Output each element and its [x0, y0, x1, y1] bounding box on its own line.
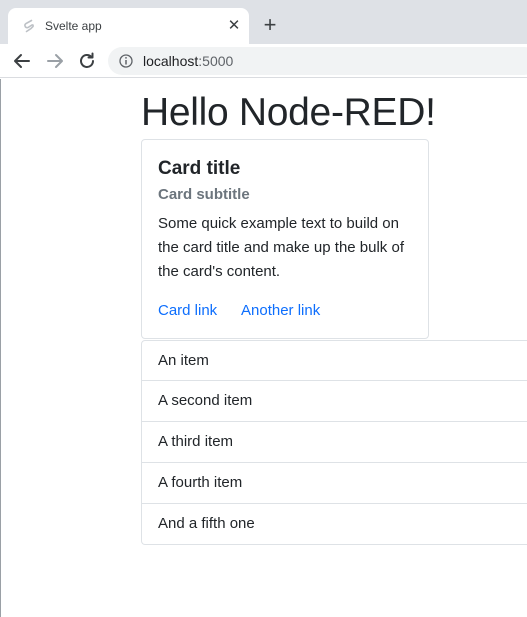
close-icon[interactable]: ✕ [225, 17, 243, 35]
browser-toolbar: localhost:5000 [0, 44, 527, 78]
list-item-label: A second item [158, 392, 253, 409]
list-group: An item A second item A third item A fou… [141, 340, 527, 545]
list-item: A third item [141, 422, 527, 463]
card-subtitle: Card subtitle [158, 186, 250, 203]
card-text: Some quick example text to build on the … [158, 215, 404, 280]
list-item-label: And a fifth one [158, 515, 255, 532]
page-viewport: Hello Node-RED! Card title Card subtitle… [0, 79, 527, 617]
address-bar[interactable]: localhost:5000 [108, 47, 527, 75]
info-icon[interactable] [119, 54, 133, 68]
back-arrow-icon[interactable] [10, 49, 34, 73]
card-title: Card title [158, 158, 241, 179]
plus-icon[interactable]: + [260, 14, 280, 36]
list-item: And a fifth one [141, 504, 527, 545]
list-item: An item [141, 340, 527, 381]
list-item-label: A third item [158, 433, 234, 450]
reload-icon[interactable] [75, 49, 99, 73]
page-title: Hello Node-RED! [141, 91, 436, 134]
url-text[interactable]: localhost:5000 [143, 53, 233, 69]
list-item: A fourth item [141, 463, 527, 504]
card: Card title Card subtitle Some quick exam… [141, 139, 429, 339]
browser-tab[interactable]: Svelte app ✕ [8, 8, 249, 44]
list-item: A second item [141, 381, 527, 422]
another-link[interactable]: Another link [241, 302, 320, 320]
url-port: :5000 [198, 53, 234, 69]
tab-title: Svelte app [45, 19, 102, 33]
url-host: localhost [143, 53, 199, 69]
tab-strip: Svelte app ✕ + [0, 0, 527, 44]
card-link[interactable]: Card link [158, 302, 217, 320]
forward-arrow-icon[interactable] [43, 49, 67, 73]
list-item-label: An item [158, 352, 209, 369]
svelte-favicon-icon [22, 19, 36, 33]
list-item-label: A fourth item [158, 474, 243, 491]
